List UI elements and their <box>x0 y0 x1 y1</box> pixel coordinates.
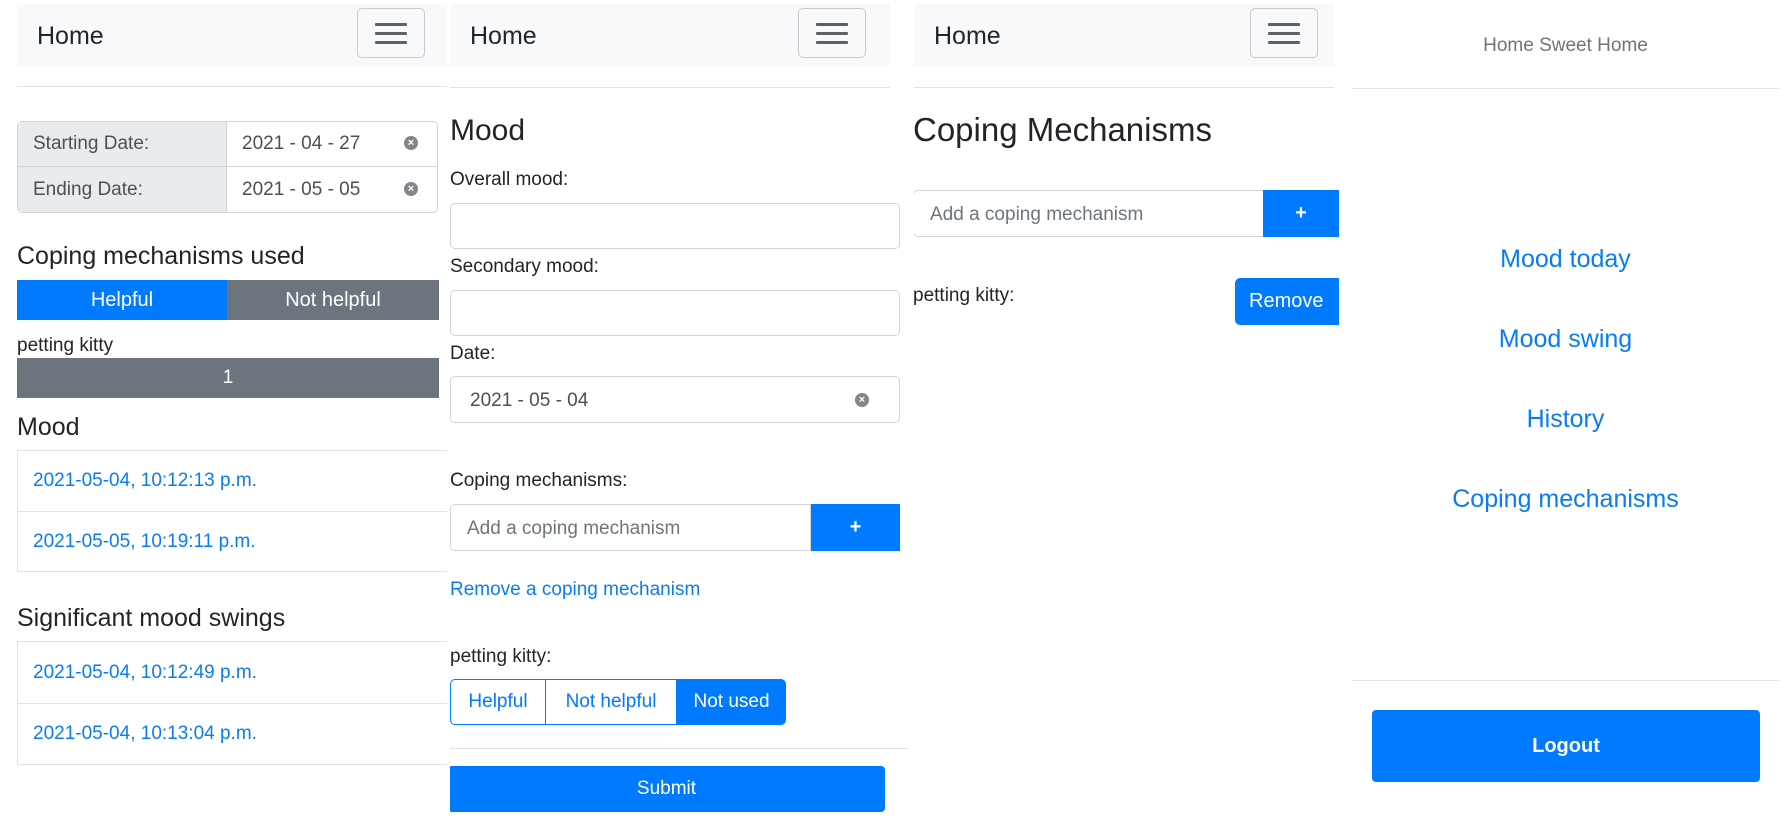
coping-rating-group: Helpful Not helpful Not used <box>450 679 786 725</box>
menu-item-coping-mechanisms[interactable]: Coping mechanisms <box>1352 485 1779 514</box>
add-coping-button[interactable]: + <box>1263 190 1339 237</box>
date-value: 2021 - 05 - 04 <box>470 390 589 411</box>
submit-button[interactable]: Submit <box>450 766 885 812</box>
ending-date-group: Ending Date: 2021 - 05 - 05 × <box>17 167 438 213</box>
menu-header: Home Sweet Home <box>1483 35 1648 56</box>
coping-used-title: Coping mechanisms used <box>17 242 305 270</box>
menu-toggle-button[interactable] <box>1250 8 1318 58</box>
panel-coping-mechanisms: Home Coping Mechanisms Add a coping mech… <box>914 0 1339 822</box>
clear-icon[interactable]: × <box>404 182 418 196</box>
clear-icon[interactable]: × <box>404 136 418 150</box>
mood-list: 2021-05-04, 10:12:13 p.m. 2021-05-05, 10… <box>17 450 447 572</box>
coping-item-name: petting kitty <box>17 335 114 356</box>
navbar-brand[interactable]: Home <box>37 22 104 51</box>
panel-history: Home Starting Date: 2021 - 04 - 27 × End… <box>17 0 447 822</box>
navbar: Home <box>914 4 1334 66</box>
remove-button[interactable]: Remove <box>1235 278 1339 325</box>
option-not-helpful[interactable]: Not helpful <box>545 679 677 725</box>
mood-title: Mood <box>17 413 80 441</box>
mood-entry-link[interactable]: 2021-05-05, 10:19:11 p.m. <box>33 531 256 553</box>
clear-icon[interactable]: × <box>855 393 869 407</box>
menu-item-mood-swing[interactable]: Mood swing <box>1352 325 1779 354</box>
menu-icon <box>1268 23 1300 26</box>
menu-toggle-button[interactable] <box>798 8 866 58</box>
secondary-mood-label: Secondary mood: <box>450 256 599 277</box>
navbar: Home <box>17 4 447 66</box>
add-coping-input[interactable]: Add a coping mechanism <box>450 504 811 551</box>
panel-side-menu: Home Sweet Home Mood today Mood swing Hi… <box>1352 0 1786 822</box>
add-coping-input[interactable]: Add a coping mechanism <box>914 190 1264 237</box>
starting-date-label: Starting Date: <box>33 133 150 154</box>
overall-mood-label: Overall mood: <box>450 169 569 190</box>
panel-mood-form: Home Mood Overall mood: Secondary mood: … <box>450 0 910 822</box>
coping-item-label: petting kitty: <box>914 285 1015 306</box>
remove-coping-link[interactable]: Remove a coping mechanism <box>450 579 700 601</box>
page-title: Mood <box>450 114 526 147</box>
date-label: Date: <box>450 343 496 364</box>
menu-icon <box>816 23 848 26</box>
mood-swing-entry-link[interactable]: 2021-05-04, 10:12:49 p.m. <box>33 662 257 684</box>
coping-item-count: 1 <box>222 367 234 388</box>
page-title: Coping Mechanisms <box>914 111 1212 148</box>
option-not-used[interactable]: Not used <box>677 679 786 725</box>
ending-date-label: Ending Date: <box>33 179 143 200</box>
add-coping-button[interactable]: + <box>811 504 900 551</box>
logout-button[interactable]: Logout <box>1372 710 1760 782</box>
starting-date-group: Starting Date: 2021 - 04 - 27 × <box>17 121 438 167</box>
tab-not-helpful[interactable]: Not helpful <box>227 280 439 320</box>
menu-item-history[interactable]: History <box>1352 405 1779 434</box>
tab-helpful[interactable]: Helpful <box>17 280 227 320</box>
mood-swings-list: 2021-05-04, 10:12:49 p.m. 2021-05-04, 10… <box>17 641 447 765</box>
option-helpful[interactable]: Helpful <box>450 679 546 725</box>
coping-item-label: petting kitty: <box>450 646 552 667</box>
navbar: Home <box>450 4 890 66</box>
mood-swing-entry-link[interactable]: 2021-05-04, 10:13:04 p.m. <box>33 723 257 745</box>
mood-swings-title: Significant mood swings <box>17 604 286 632</box>
secondary-mood-input[interactable] <box>450 290 900 336</box>
navbar-brand[interactable]: Home <box>934 22 1001 51</box>
date-input[interactable]: 2021 - 05 - 04 × <box>450 376 900 423</box>
navbar-brand[interactable]: Home <box>470 22 537 51</box>
starting-date-input[interactable]: 2021 - 04 - 27 <box>242 133 360 155</box>
overall-mood-input[interactable] <box>450 203 900 249</box>
ending-date-input[interactable]: 2021 - 05 - 05 <box>242 179 360 201</box>
coping-item-count-bar: 1 <box>17 358 439 398</box>
menu-icon <box>375 23 407 26</box>
coping-mechanisms-label: Coping mechanisms: <box>450 470 628 491</box>
menu-item-mood-today[interactable]: Mood today <box>1352 245 1779 274</box>
mood-entry-link[interactable]: 2021-05-04, 10:12:13 p.m. <box>33 470 257 492</box>
menu-toggle-button[interactable] <box>357 8 425 58</box>
